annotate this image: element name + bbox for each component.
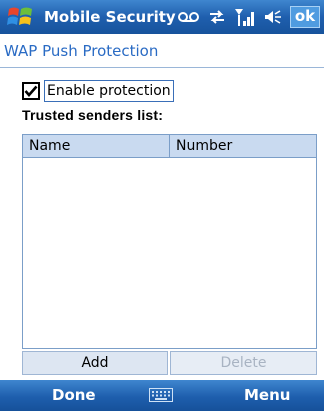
softkey-bar: Done Menu bbox=[0, 380, 324, 411]
page-title: WAP Push Protection bbox=[0, 34, 324, 68]
add-button[interactable]: Add bbox=[22, 351, 168, 375]
app-title: Mobile Security bbox=[44, 8, 176, 26]
windows-start-icon[interactable] bbox=[6, 4, 36, 30]
status-tray bbox=[178, 7, 282, 27]
column-header-name[interactable]: Name bbox=[23, 135, 170, 157]
list-header: Name Number bbox=[23, 135, 316, 158]
title-bar: Mobile Security ok bbox=[0, 0, 324, 34]
heading-divider bbox=[0, 67, 324, 68]
enable-protection-label[interactable]: Enable protection bbox=[44, 80, 174, 102]
signal-icon[interactable] bbox=[234, 7, 256, 27]
sync-icon[interactable] bbox=[208, 8, 226, 26]
trusted-senders-list[interactable]: Name Number bbox=[22, 134, 317, 349]
trusted-senders-caption: Trusted senders list: bbox=[22, 107, 164, 123]
volume-icon[interactable] bbox=[264, 9, 282, 25]
enable-protection-checkbox[interactable] bbox=[22, 82, 40, 100]
ok-button[interactable]: ok bbox=[290, 6, 320, 28]
menu-softkey[interactable]: Menu bbox=[244, 380, 290, 411]
voicemail-icon bbox=[178, 12, 199, 22]
keyboard-icon[interactable] bbox=[149, 388, 173, 402]
checkmark-icon bbox=[24, 85, 38, 97]
enable-protection-row[interactable]: Enable protection bbox=[22, 80, 174, 102]
column-header-number[interactable]: Number bbox=[170, 135, 316, 157]
done-softkey[interactable]: Done bbox=[52, 380, 96, 411]
delete-button: Delete bbox=[170, 351, 317, 375]
